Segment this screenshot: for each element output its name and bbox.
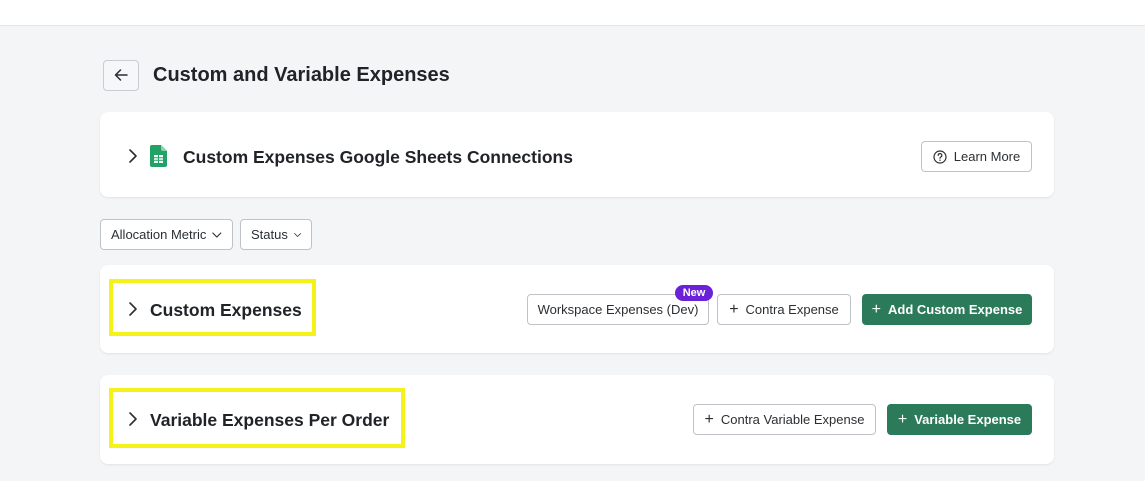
chevron-right-icon xyxy=(129,149,137,163)
back-button[interactable] xyxy=(103,59,139,91)
add-custom-expense-button[interactable]: + Add Custom Expense xyxy=(862,294,1032,325)
sheets-connections-card: Custom Expenses Google Sheets Connection… xyxy=(100,112,1054,197)
allocation-metric-filter[interactable]: Allocation Metric xyxy=(100,219,233,250)
expand-sheets-chevron[interactable] xyxy=(126,147,140,165)
variable-expenses-card: Variable Expenses Per Order + Contra Var… xyxy=(100,375,1054,464)
contra-variable-expense-button[interactable]: + Contra Variable Expense xyxy=(693,404,876,435)
google-sheets-icon xyxy=(150,145,167,167)
custom-expenses-card: Custom Expenses Workspace Expenses (Dev)… xyxy=(100,265,1054,353)
help-circle-icon xyxy=(933,149,947,164)
contra-variable-expense-label: Contra Variable Expense xyxy=(720,412,865,427)
chevron-down-icon xyxy=(212,231,222,238)
top-bar xyxy=(0,0,1145,26)
page-header: Custom and Variable Expenses xyxy=(103,59,450,91)
contra-expense-label: Contra Expense xyxy=(745,302,839,317)
add-variable-expense-button[interactable]: + Variable Expense xyxy=(887,404,1032,435)
status-label: Status xyxy=(251,227,288,242)
status-filter[interactable]: Status xyxy=(240,219,312,250)
learn-more-button[interactable]: Learn More xyxy=(921,141,1032,172)
learn-more-label: Learn More xyxy=(953,149,1021,164)
plus-icon: + xyxy=(871,300,881,318)
new-badge: New xyxy=(675,285,713,301)
add-custom-expense-label: Add Custom Expense xyxy=(887,302,1023,317)
add-variable-expense-label: Variable Expense xyxy=(914,412,1022,427)
plus-icon: + xyxy=(729,300,739,318)
chevron-right-icon xyxy=(129,412,137,426)
expand-variable-expenses-chevron[interactable] xyxy=(126,410,140,428)
custom-expenses-title: Custom Expenses xyxy=(150,300,302,320)
chevron-down-icon xyxy=(294,232,301,237)
sheets-card-title: Custom Expenses Google Sheets Connection… xyxy=(183,147,573,167)
contra-expense-button[interactable]: + Contra Expense xyxy=(717,294,851,325)
plus-icon: + xyxy=(704,410,714,428)
allocation-metric-label: Allocation Metric xyxy=(111,227,207,242)
arrow-left-icon xyxy=(114,69,128,81)
expand-custom-expenses-chevron[interactable] xyxy=(126,300,140,318)
variable-expenses-title: Variable Expenses Per Order xyxy=(150,410,390,430)
workspace-expenses-label: Workspace Expenses (Dev) xyxy=(537,302,699,317)
page-title: Custom and Variable Expenses xyxy=(153,63,450,86)
plus-icon: + xyxy=(897,410,908,428)
chevron-right-icon xyxy=(129,302,137,316)
